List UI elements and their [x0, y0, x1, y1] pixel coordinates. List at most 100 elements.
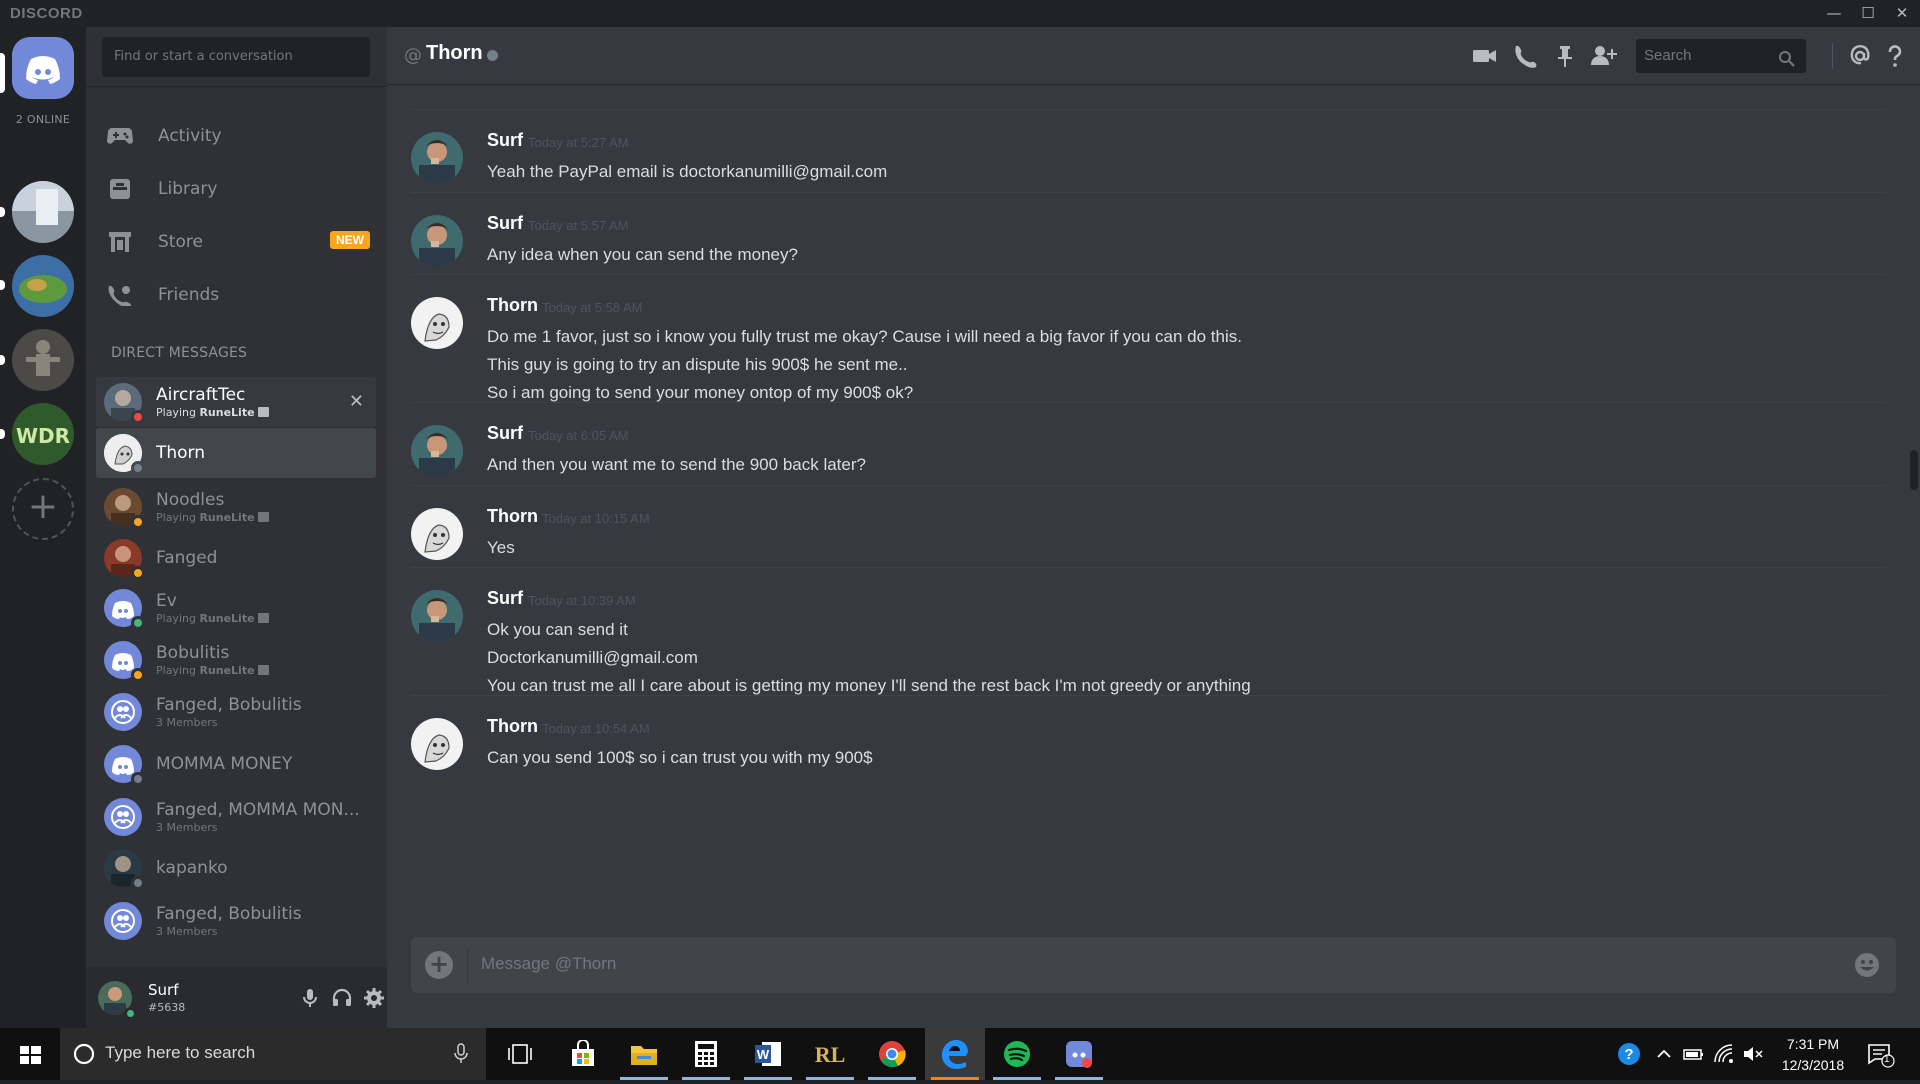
wifi-icon[interactable] [1712, 1042, 1736, 1066]
message-author[interactable]: Surf [487, 213, 523, 234]
close-window-button[interactable]: ✕ [1887, 2, 1917, 24]
dm-name: Fanged, MOMMA MON... [156, 800, 360, 820]
add-friend-to-dm-icon[interactable] [1590, 43, 1617, 69]
message-composer[interactable]: + Message @Thorn [411, 937, 1896, 993]
nav-store[interactable]: Store NEW [94, 220, 378, 264]
unread-indicator [0, 429, 5, 439]
message-author[interactable]: Thorn [487, 295, 538, 316]
emoji-picker-icon[interactable] [1852, 950, 1882, 980]
dm-name: AircraftTec [156, 385, 246, 405]
close-dm-icon[interactable]: ✕ [349, 391, 364, 412]
maximize-button[interactable]: ☐ [1853, 2, 1883, 24]
dm-item[interactable]: Fanged, Bobulitis 3 Members [96, 896, 376, 946]
dm-item[interactable]: AircraftTec Playing RuneLite ✕ [96, 377, 376, 427]
dm-activity: 3 Members [156, 821, 218, 834]
message-avatar[interactable] [411, 215, 463, 267]
server-wdr-image: WDR [12, 403, 74, 465]
nav-activity[interactable]: Activity [94, 114, 378, 158]
message-avatar[interactable] [411, 590, 463, 642]
scrollbar-thumb[interactable] [1910, 450, 1918, 490]
volume-muted-icon[interactable] [1741, 1042, 1765, 1066]
message[interactable]: Thorn Today at 5:58 AM Do me 1 favor, just… [411, 274, 1886, 402]
message[interactable]: Surf Today at 5:27 AM Yeah the PayPal emai… [411, 109, 1886, 192]
pinned-messages-icon[interactable] [1552, 43, 1578, 69]
header-search-input[interactable]: Search [1636, 39, 1806, 73]
dm-item[interactable]: Bobulitis Playing RuneLite [96, 635, 376, 685]
message[interactable]: Thorn Today at 10:15 AM Yes [411, 485, 1886, 567]
settings-gear-icon[interactable] [363, 987, 385, 1009]
dm-item[interactable]: Fanged, Bobulitis 3 Members [96, 687, 376, 737]
help-icon[interactable] [1882, 43, 1908, 69]
message-avatar[interactable] [411, 132, 463, 184]
taskbar-discord[interactable] [1049, 1028, 1109, 1080]
action-center-icon[interactable]: 1 [1866, 1041, 1896, 1069]
message-author[interactable]: Thorn [487, 716, 538, 737]
taskbar-word[interactable]: W [738, 1028, 798, 1080]
message-avatar[interactable] [411, 718, 463, 770]
status-idle [131, 515, 145, 529]
message-content: Any idea when you can send the money? [487, 241, 798, 269]
chevron-up-icon[interactable] [1652, 1042, 1676, 1066]
mentions-icon[interactable] [1847, 43, 1873, 69]
dm-item[interactable]: Thorn [96, 428, 376, 478]
dm-item[interactable]: Fanged [96, 533, 376, 583]
message-author[interactable]: Surf [487, 588, 523, 609]
message-avatar[interactable] [411, 297, 463, 349]
server-icon-wdr[interactable]: WDR [12, 403, 74, 465]
home-button[interactable] [12, 37, 74, 99]
taskbar-store[interactable] [553, 1028, 613, 1080]
taskbar-search-box[interactable]: Type here to search [60, 1028, 486, 1080]
dm-item[interactable]: Fanged, MOMMA MON... 3 Members [96, 792, 376, 842]
message-author[interactable]: Thorn [487, 506, 538, 527]
message[interactable]: Surf Today at 5:57 AM Any idea when you ca… [411, 192, 1886, 274]
microphone-icon[interactable] [299, 987, 321, 1009]
status-idle [131, 668, 145, 682]
dm-avatar [104, 539, 145, 580]
dm-avatar [104, 434, 145, 475]
taskbar-calculator[interactable] [676, 1028, 736, 1080]
message-scrollbar[interactable] [1908, 85, 1920, 940]
dm-item[interactable]: Ev Playing RuneLite [96, 583, 376, 633]
task-view-button[interactable] [490, 1028, 550, 1080]
message[interactable]: Thorn Today at 10:54 AM Can you send 100$ … [411, 695, 1886, 795]
server-icon-3[interactable] [12, 329, 74, 391]
message[interactable]: Surf Today at 10:39 AM Ok you can send it D… [411, 567, 1886, 695]
video-call-icon[interactable] [1472, 43, 1498, 69]
help-tray-icon[interactable]: ? [1616, 1041, 1642, 1067]
unread-indicator [0, 207, 5, 217]
server-icon-2[interactable] [12, 255, 74, 317]
microphone-icon[interactable] [453, 1043, 469, 1065]
message-author[interactable]: Surf [487, 130, 523, 151]
find-conversation-input[interactable]: Find or start a conversation [102, 37, 370, 77]
message-input[interactable]: Message @Thorn [481, 954, 616, 974]
message-timestamp: Today at 10:54 AM [542, 721, 650, 736]
dm-text: MOMMA MONEY [156, 754, 292, 774]
nav-friends[interactable]: Friends [94, 273, 378, 317]
channel-title: Thorn [426, 42, 483, 64]
unread-indicator [0, 280, 5, 290]
battery-icon[interactable] [1682, 1042, 1706, 1066]
dm-item[interactable]: Noodles Playing RuneLite [96, 482, 376, 532]
nav-library[interactable]: Library [94, 167, 378, 211]
taskbar-runelite[interactable]: RL [800, 1028, 860, 1080]
message-avatar[interactable] [411, 508, 463, 560]
message-avatar[interactable] [411, 425, 463, 477]
taskbar-spotify[interactable] [987, 1028, 1047, 1080]
server-icon-1[interactable] [12, 181, 74, 243]
dm-name: Ev [156, 591, 177, 611]
headphones-icon[interactable] [331, 987, 353, 1009]
upload-plus-icon[interactable]: + [425, 951, 453, 979]
taskbar-edge[interactable] [925, 1028, 985, 1080]
taskbar-file-explorer[interactable] [614, 1028, 674, 1080]
composer-divider [467, 947, 468, 983]
taskbar-chrome[interactable] [862, 1028, 922, 1080]
voice-call-icon[interactable] [1512, 43, 1538, 69]
message-author[interactable]: Surf [487, 423, 523, 444]
message[interactable]: Surf Today at 6:05 AM And then you want me… [411, 402, 1886, 485]
add-server-button[interactable]: + [12, 478, 74, 540]
dm-item[interactable]: MOMMA MONEY [96, 739, 376, 789]
minimize-button[interactable]: — [1819, 2, 1849, 24]
dm-item[interactable]: kapanko [96, 843, 376, 893]
system-clock[interactable]: 7:31 PM 12/3/2018 [1775, 1034, 1851, 1076]
start-button[interactable] [0, 1028, 60, 1080]
